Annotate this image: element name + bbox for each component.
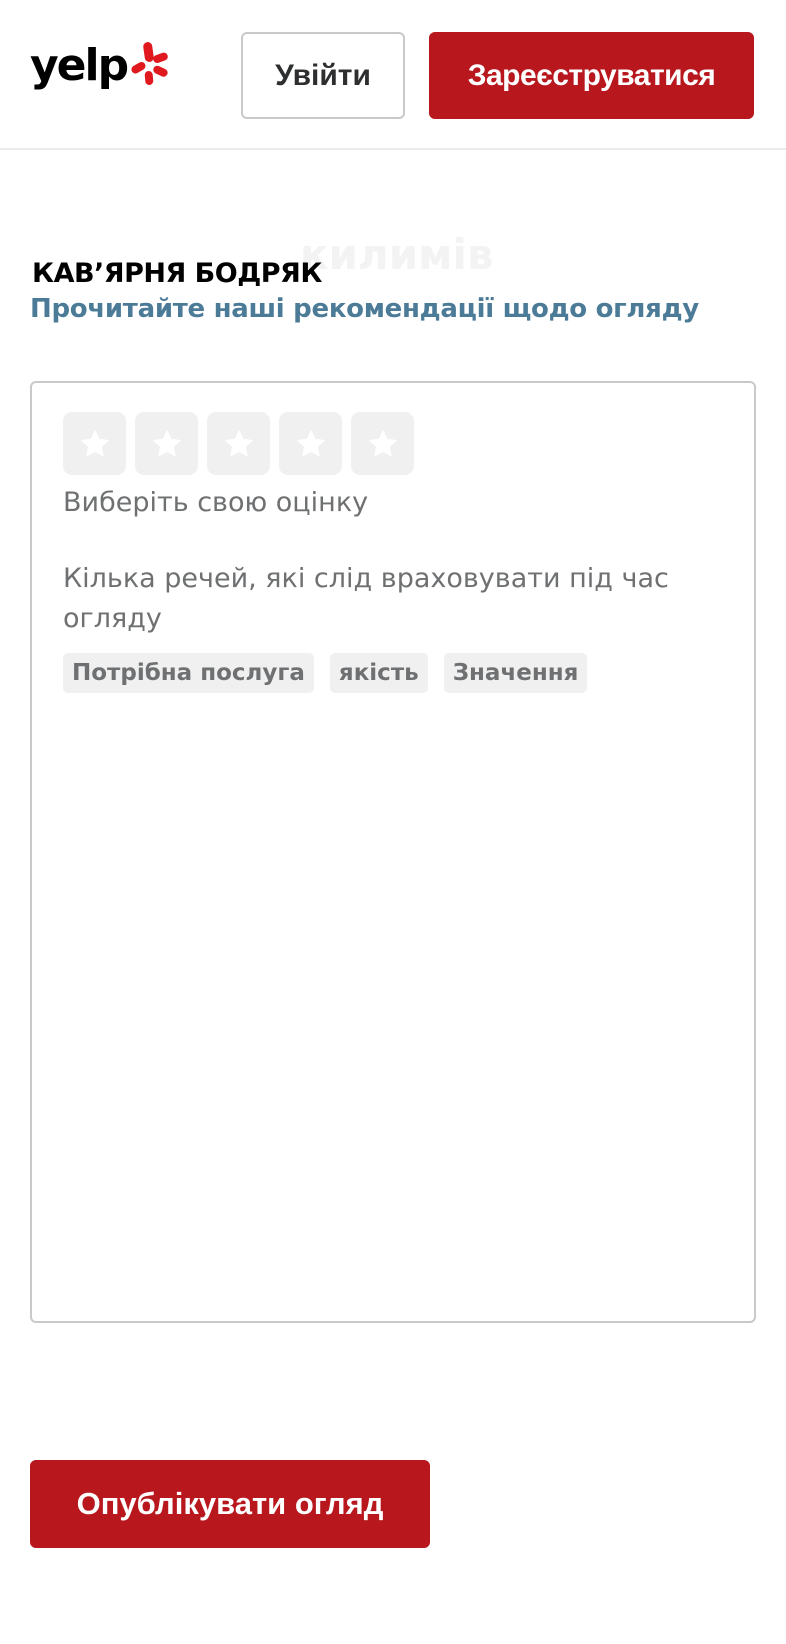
star-rating-selector[interactable] bbox=[63, 412, 414, 475]
logo-wordmark: yelp bbox=[30, 40, 129, 91]
star-icon bbox=[224, 429, 253, 457]
tag-quality: якість bbox=[329, 653, 428, 693]
login-button[interactable]: Увійти bbox=[241, 32, 405, 119]
star-icon bbox=[152, 429, 181, 457]
yelp-burst-icon bbox=[131, 42, 168, 85]
review-hint-text: Кілька речей, які слід враховувати під ч… bbox=[63, 563, 669, 634]
tag-service: Потрібна послуга bbox=[63, 653, 314, 693]
review-topic-tags: Потрібна послуга якість Значення bbox=[63, 653, 588, 693]
star-rating-3[interactable] bbox=[207, 412, 270, 475]
business-name: КАВ’ЯРНЯ БОДРЯК bbox=[32, 258, 322, 290]
tag-value: Значення bbox=[443, 653, 588, 693]
post-review-button[interactable]: Опублікувати огляд bbox=[30, 1460, 430, 1548]
signup-button[interactable]: Зареєструватися bbox=[429, 32, 754, 119]
star-rating-4[interactable] bbox=[279, 412, 342, 475]
background-ghost-text: килимів bbox=[300, 230, 494, 279]
star-rating-1[interactable] bbox=[63, 412, 126, 475]
review-form-box[interactable]: Виберіть свою оцінку Кілька речей, які с… bbox=[30, 381, 756, 1323]
star-rating-2[interactable] bbox=[135, 412, 198, 475]
star-icon bbox=[368, 429, 397, 457]
rating-prompt: Виберіть свою оцінку bbox=[63, 487, 369, 518]
star-rating-5[interactable] bbox=[351, 412, 414, 475]
yelp-logo[interactable]: yelp bbox=[30, 40, 169, 91]
review-text-input[interactable] bbox=[42, 713, 742, 1303]
review-guidelines-link[interactable]: Прочитайте наші рекомендації щодо огляду bbox=[30, 294, 699, 324]
top-header: yelp Увійти Зареєструватися bbox=[0, 0, 786, 150]
star-icon bbox=[296, 429, 325, 457]
star-icon bbox=[80, 429, 109, 457]
